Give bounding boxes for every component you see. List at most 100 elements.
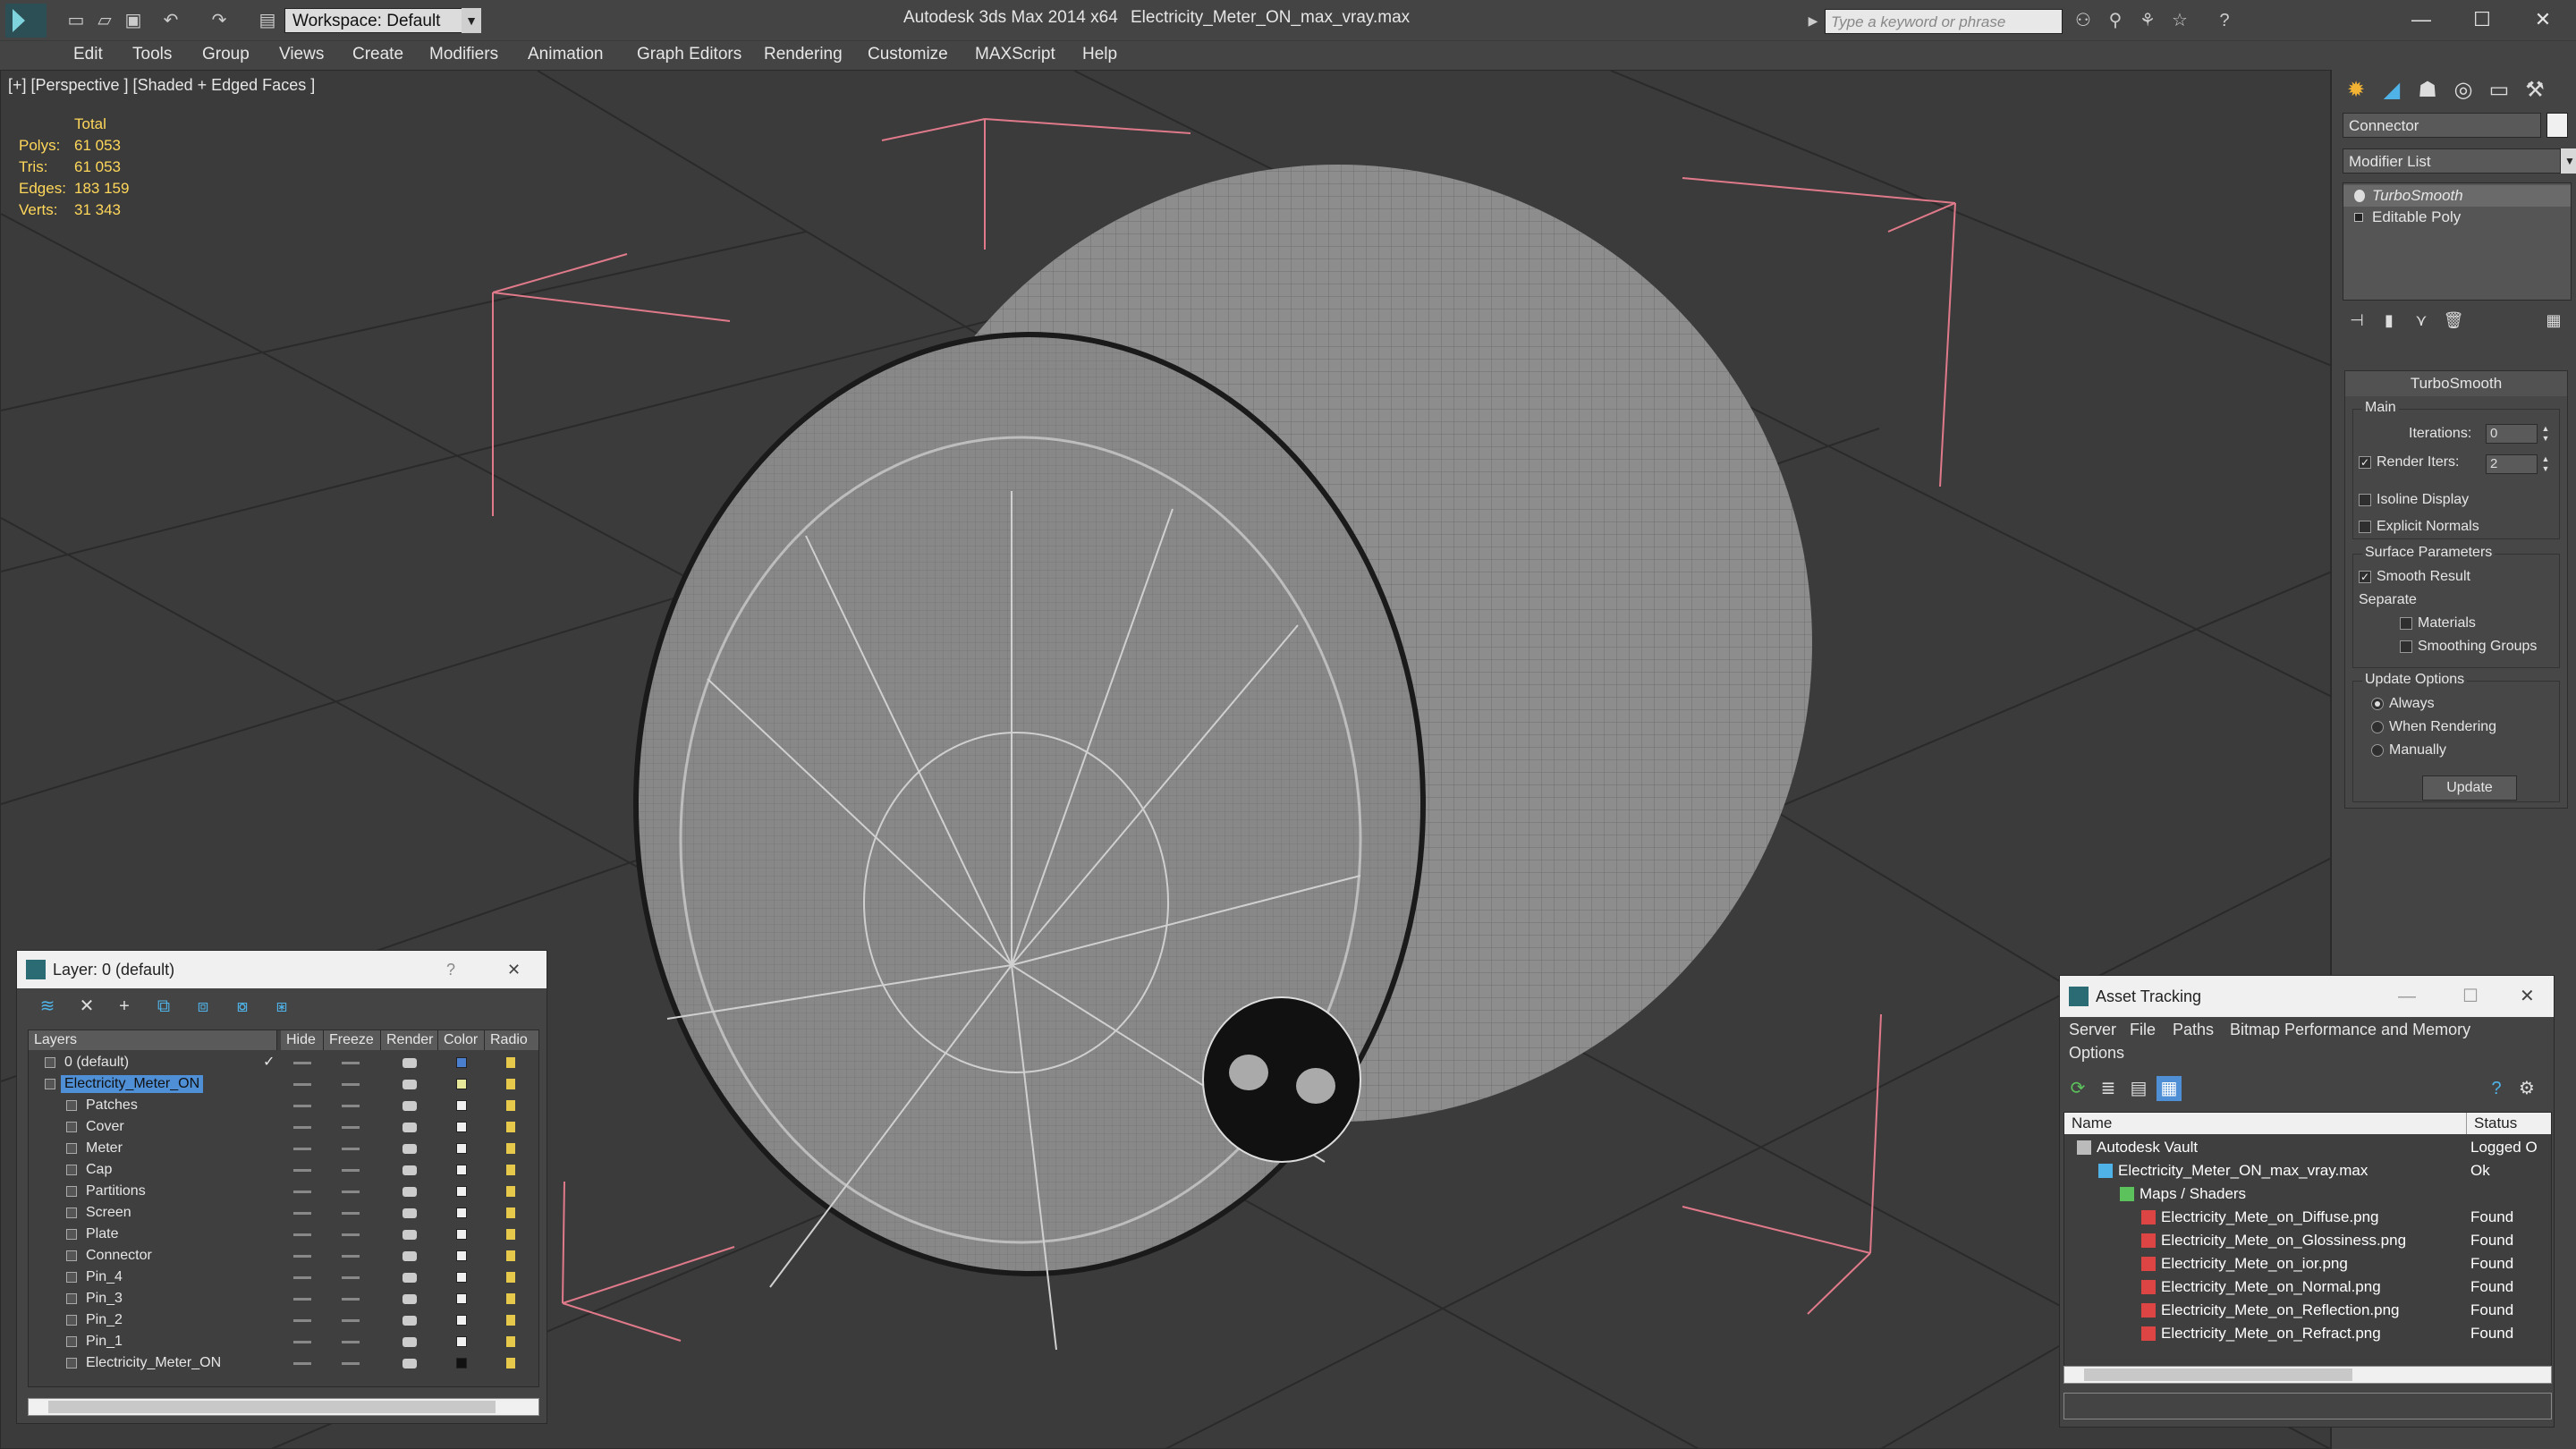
layer-color-swatch[interactable] xyxy=(456,1272,467,1283)
render-iters-checkbox[interactable]: ✓ xyxy=(2359,456,2371,469)
layer-name[interactable]: Plate xyxy=(82,1225,122,1243)
asset-row[interactable]: Electricity_Mete_on_Glossiness.png Found xyxy=(2064,1229,2551,1252)
asset-window-title-bar[interactable]: Asset Tracking — ☐ ✕ xyxy=(2060,976,2554,1017)
layer-name[interactable]: Cap xyxy=(82,1161,115,1179)
layer-row[interactable]: 0 (default) ✓ xyxy=(29,1052,538,1073)
object-color-swatch[interactable] xyxy=(2546,113,2568,138)
layer-row[interactable]: Connector xyxy=(29,1245,538,1267)
render-teapot-icon[interactable] xyxy=(402,1359,417,1368)
display-tab-icon[interactable]: ▭ xyxy=(2482,75,2516,106)
layer-color-swatch[interactable] xyxy=(456,1336,467,1347)
hide-toggle-icon[interactable] xyxy=(293,1062,311,1064)
hide-toggle-icon[interactable] xyxy=(293,1255,311,1258)
freeze-toggle-icon[interactable] xyxy=(342,1083,360,1086)
horizontal-scrollbar[interactable] xyxy=(2063,1366,2552,1384)
layer-color-swatch[interactable] xyxy=(456,1293,467,1304)
layer-row[interactable]: Pin_3 xyxy=(29,1288,538,1309)
radiosity-icon[interactable] xyxy=(506,1293,515,1304)
radiosity-icon[interactable] xyxy=(506,1143,515,1154)
menu-group[interactable]: Group xyxy=(202,45,250,64)
menu-file[interactable]: File xyxy=(2130,1021,2156,1039)
hide-toggle-icon[interactable] xyxy=(293,1233,311,1236)
radiosity-icon[interactable] xyxy=(506,1057,515,1068)
create-tab-icon[interactable]: ✹ xyxy=(2339,75,2373,106)
render-teapot-icon[interactable] xyxy=(402,1316,417,1326)
radiosity-icon[interactable] xyxy=(506,1122,515,1132)
menu-options[interactable]: Options xyxy=(2069,1044,2124,1063)
iterations-spinner[interactable]: 0 xyxy=(2486,424,2538,444)
layer-color-swatch[interactable] xyxy=(456,1229,467,1240)
freeze-toggle-icon[interactable] xyxy=(342,1148,360,1150)
column-header-color[interactable]: Color xyxy=(438,1030,485,1050)
stack-item-turbosmooth[interactable]: TurboSmooth xyxy=(2343,185,2571,207)
isoline-display-checkbox[interactable] xyxy=(2359,494,2371,506)
hide-all-icon[interactable]: ⧆ xyxy=(269,994,294,1019)
new-file-icon[interactable]: ▭ xyxy=(64,9,88,32)
asset-row[interactable]: Electricity_Mete_on_Normal.png Found xyxy=(2064,1275,2551,1299)
add-selection-icon[interactable]: ⧉ xyxy=(151,994,176,1019)
layer-row[interactable]: Electricity_Meter_ON xyxy=(29,1073,538,1095)
menu-paths[interactable]: Paths xyxy=(2173,1021,2214,1039)
freeze-toggle-icon[interactable] xyxy=(342,1255,360,1258)
layer-color-swatch[interactable] xyxy=(456,1186,467,1197)
delete-layer-icon[interactable]: ✕ xyxy=(74,994,99,1019)
render-teapot-icon[interactable] xyxy=(402,1144,417,1154)
menu-maxscript[interactable]: MAXScript xyxy=(975,45,1055,64)
hide-toggle-icon[interactable] xyxy=(293,1362,311,1365)
viewport-label[interactable]: [+] [Perspective ] [Shaded + Edged Faces… xyxy=(8,76,315,95)
spinner-arrows-icon[interactable]: ▲ ▼ xyxy=(2539,424,2552,444)
render-teapot-icon[interactable] xyxy=(402,1251,417,1261)
stack-item-editable-poly[interactable]: Editable Poly xyxy=(2343,207,2571,228)
rollout-header[interactable]: TurboSmooth xyxy=(2345,371,2567,396)
project-folder-icon[interactable]: ▤ xyxy=(256,9,279,32)
hide-toggle-icon[interactable] xyxy=(293,1148,311,1150)
freeze-toggle-icon[interactable] xyxy=(342,1169,360,1172)
menu-edit[interactable]: Edit xyxy=(73,45,103,64)
render-teapot-icon[interactable] xyxy=(402,1208,417,1218)
asset-name[interactable]: Electricity_Mete_on_Diffuse.png xyxy=(2161,1206,2379,1229)
modifier-list-dropdown[interactable]: Modifier List xyxy=(2343,148,2561,174)
layer-name[interactable]: Pin_2 xyxy=(82,1311,126,1329)
layer-window-title-bar[interactable]: Layer: 0 (default) ? ✕ xyxy=(17,951,547,988)
maximize-button[interactable]: ☐ xyxy=(2454,4,2510,36)
layer-name[interactable]: Partitions xyxy=(82,1182,149,1200)
menu-modifiers[interactable]: Modifiers xyxy=(429,45,498,64)
hide-toggle-icon[interactable] xyxy=(293,1298,311,1301)
smooth-result-checkbox[interactable]: ✓ xyxy=(2359,571,2371,583)
undo-icon[interactable]: ↶ xyxy=(159,9,182,32)
asset-row[interactable]: Electricity_Mete_on_ior.png Found xyxy=(2064,1252,2551,1275)
subscription-icon[interactable]: ⚘ xyxy=(2136,9,2159,32)
asset-name[interactable]: Electricity_Meter_ON_max_vray.max xyxy=(2118,1159,2368,1182)
column-header-layers[interactable]: Layers xyxy=(29,1030,277,1050)
asset-name[interactable]: Electricity_Mete_on_Normal.png xyxy=(2161,1275,2381,1299)
freeze-toggle-icon[interactable] xyxy=(342,1341,360,1343)
asset-name[interactable]: Electricity_Mete_on_Refract.png xyxy=(2161,1322,2381,1345)
freeze-toggle-icon[interactable] xyxy=(342,1276,360,1279)
freeze-toggle-icon[interactable] xyxy=(342,1212,360,1215)
when-rendering-radio[interactable] xyxy=(2371,721,2384,733)
layer-row[interactable]: Pin_1 xyxy=(29,1331,538,1352)
menu-help[interactable]: Help xyxy=(1082,45,1117,64)
configure-sets-icon[interactable]: ▦ xyxy=(2543,309,2564,331)
help-icon[interactable]: ? xyxy=(2213,9,2236,32)
radiosity-icon[interactable] xyxy=(506,1229,515,1240)
create-layer-icon[interactable]: + xyxy=(112,994,137,1019)
chevron-down-icon[interactable]: ▼ xyxy=(462,8,481,33)
hide-toggle-icon[interactable] xyxy=(293,1212,311,1215)
hide-toggle-icon[interactable] xyxy=(293,1276,311,1279)
remove-modifier-icon[interactable]: 🗑 xyxy=(2443,309,2464,331)
list-view-icon[interactable]: ≣ xyxy=(2096,1076,2121,1101)
horizontal-scrollbar[interactable] xyxy=(28,1398,539,1416)
save-file-icon[interactable]: ▣ xyxy=(122,9,145,32)
asset-row[interactable]: Maps / Shaders xyxy=(2064,1182,2551,1206)
freeze-toggle-icon[interactable] xyxy=(342,1126,360,1129)
update-button[interactable]: Update xyxy=(2422,775,2517,801)
column-header-radiosity[interactable]: Radio xyxy=(485,1030,538,1050)
freeze-toggle-icon[interactable] xyxy=(342,1062,360,1064)
asset-row[interactable]: Electricity_Mete_on_Refract.png Found xyxy=(2064,1322,2551,1345)
asset-name[interactable]: Electricity_Mete_on_Reflection.png xyxy=(2161,1299,2399,1322)
layer-color-swatch[interactable] xyxy=(456,1100,467,1111)
close-button[interactable]: ✕ xyxy=(507,951,521,988)
expand-icon[interactable] xyxy=(2354,213,2363,222)
asset-row[interactable]: Electricity_Mete_on_Reflection.png Found xyxy=(2064,1299,2551,1322)
